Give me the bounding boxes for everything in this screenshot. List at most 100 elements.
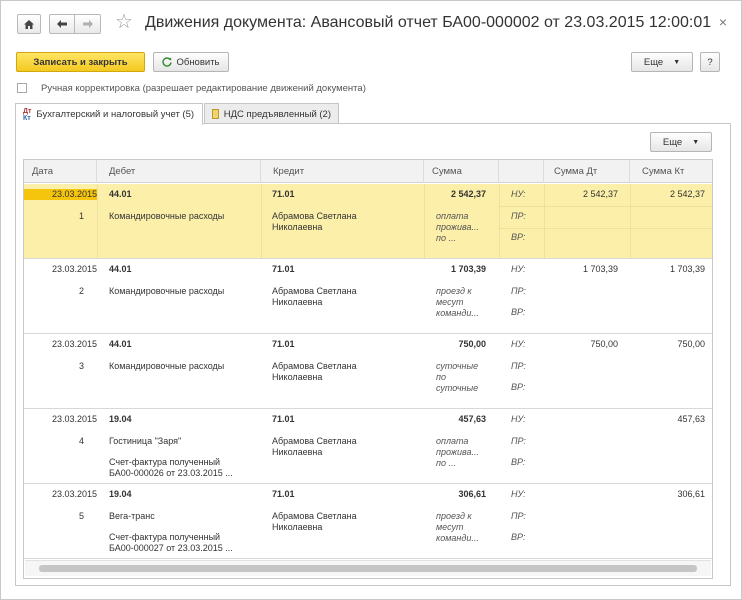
debit-subconto: Командировочные расходы bbox=[109, 361, 225, 371]
vat-register-icon bbox=[212, 109, 219, 119]
debit-subconto: БА00-000027 от 23.03.2015 ... bbox=[109, 543, 233, 553]
window-title: Движения документа: Авансовый отчет БА00… bbox=[145, 14, 712, 31]
table-row[interactable]: 23.03.2015 4 19.04 Гостиница "Заря" Счет-фак… bbox=[24, 409, 712, 484]
debit-subconto: Счет-фактура полученный bbox=[109, 532, 221, 542]
content: команди... bbox=[436, 308, 479, 318]
forward-button[interactable] bbox=[74, 14, 101, 34]
row-sum-kt: 2 542,37 bbox=[669, 189, 705, 199]
debit-subconto: Гостиница "Заря" bbox=[109, 436, 182, 446]
row-sum-kt: 457,63 bbox=[677, 414, 705, 424]
debit-account: 19.04 bbox=[109, 489, 132, 499]
content: проезд к bbox=[436, 511, 472, 521]
tab-vat[interactable]: НДС предъявленный (2) bbox=[204, 103, 339, 124]
table-row[interactable]: 23.03.2015 3 44.01 Командировочные расходы 7… bbox=[24, 334, 712, 409]
nu-label: НУ: bbox=[511, 339, 526, 349]
vr-label: ВР: bbox=[511, 232, 526, 242]
scrollbar-thumb[interactable] bbox=[39, 565, 697, 572]
row-sum: 457,63 bbox=[458, 414, 486, 424]
movements-table[interactable]: Дата Дебет Кредит Сумма Сумма Дт Сумма К… bbox=[23, 159, 713, 579]
pr-label: ПР: bbox=[511, 286, 526, 296]
col-date[interactable]: Дата bbox=[24, 160, 97, 183]
row-date: 23.03.2015 bbox=[51, 264, 97, 274]
nu-label: НУ: bbox=[511, 414, 526, 424]
help-button[interactable]: ? bbox=[700, 52, 720, 72]
table-more-label: Еще bbox=[662, 136, 683, 148]
credit-subconto: Николаевна bbox=[272, 522, 323, 532]
back-button[interactable] bbox=[49, 14, 75, 34]
refresh-label: Обновить bbox=[176, 56, 220, 68]
content: проезд к bbox=[436, 286, 472, 296]
row-sum: 1 703,39 bbox=[450, 264, 486, 274]
debit-subconto: БА00-000026 от 23.03.2015 ... bbox=[109, 468, 233, 478]
home-button[interactable] bbox=[17, 14, 41, 34]
debit-subconto: Вега-транс bbox=[109, 511, 155, 521]
nu-label: НУ: bbox=[511, 489, 526, 499]
vr-label: ВР: bbox=[511, 307, 526, 317]
cell-divider bbox=[630, 184, 631, 259]
row-sum-kt: 1 703,39 bbox=[669, 264, 705, 274]
row-sum-dt: 750,00 bbox=[590, 339, 618, 349]
close-icon[interactable]: × bbox=[719, 14, 727, 30]
row-date: 23.03.2015 bbox=[24, 189, 97, 200]
row-date: 23.03.2015 bbox=[51, 489, 97, 499]
col-sum-dt[interactable]: Сумма Дт bbox=[544, 160, 630, 183]
col-debit[interactable]: Дебет bbox=[97, 160, 261, 183]
table-row[interactable]: 23.03.2015 1 44.01 Командировочные расходы 7… bbox=[24, 184, 712, 259]
table-row[interactable]: 23.03.2015 2 44.01 Командировочные расходы 7… bbox=[24, 259, 712, 334]
row-sum-dt: 1 703,39 bbox=[582, 264, 618, 274]
more-button[interactable]: Еще ▼ bbox=[631, 52, 693, 72]
debit-account: 19.04 bbox=[109, 414, 132, 424]
table-more-button[interactable]: Еще ▼ bbox=[650, 132, 712, 152]
cell-divider bbox=[499, 184, 500, 259]
tab-vat-label: НДС предъявленный (2) bbox=[223, 108, 331, 120]
row-number: 4 bbox=[78, 436, 84, 446]
table-row[interactable]: 23.03.2015 5 19.04 Вега-транс Счет-фактура п… bbox=[24, 484, 712, 559]
cell-divider bbox=[261, 184, 262, 259]
credit-subconto: Николаевна bbox=[272, 447, 323, 457]
credit-subconto: Абрамова Светлана bbox=[272, 211, 357, 221]
favorite-star-icon[interactable]: ☆ bbox=[115, 12, 133, 32]
row-number: 3 bbox=[78, 361, 84, 371]
row-sum-kt: 750,00 bbox=[677, 339, 705, 349]
content: суточные bbox=[436, 383, 479, 393]
horizontal-scrollbar[interactable] bbox=[25, 560, 711, 576]
more-label: Еще bbox=[643, 56, 664, 68]
help-label: ? bbox=[707, 56, 713, 68]
row-sum-dt: 2 542,37 bbox=[582, 189, 618, 199]
row-number: 1 bbox=[78, 211, 84, 221]
credit-account: 71.01 bbox=[272, 339, 295, 349]
nu-label: НУ: bbox=[511, 264, 526, 274]
row-sum-kt: 306,61 bbox=[677, 489, 705, 499]
save-and-close-label: Записать и закрыть bbox=[33, 56, 128, 68]
debit-subconto: Счет-фактура полученный bbox=[109, 457, 221, 467]
col-sum-kt[interactable]: Сумма Кт bbox=[630, 160, 712, 183]
cell-divider bbox=[424, 184, 425, 259]
content: по ... bbox=[436, 458, 456, 468]
row-number: 5 bbox=[78, 511, 84, 521]
content: суточные bbox=[436, 361, 479, 371]
credit-account: 71.01 bbox=[272, 414, 295, 424]
credit-subconto: Николаевна bbox=[272, 222, 323, 232]
pr-label: ПР: bbox=[511, 511, 526, 521]
save-and-close-button[interactable]: Записать и закрыть bbox=[16, 52, 145, 72]
row-number: 2 bbox=[78, 286, 84, 296]
content: по bbox=[436, 372, 446, 382]
row-sum: 2 542,37 bbox=[450, 189, 486, 199]
col-sum[interactable]: Сумма bbox=[424, 160, 499, 183]
vr-label: ВР: bbox=[511, 532, 526, 542]
credit-subconto: Абрамова Светлана bbox=[272, 286, 357, 296]
arrow-right-icon bbox=[82, 20, 93, 28]
col-credit[interactable]: Кредит bbox=[261, 160, 424, 183]
manual-edit-checkbox[interactable] bbox=[17, 83, 27, 93]
content: оплата bbox=[436, 211, 469, 221]
debit-subconto: Командировочные расходы bbox=[109, 286, 225, 296]
row-date: 23.03.2015 bbox=[51, 339, 97, 349]
tab-accounting[interactable]: Дт Кт Бухгалтерский и налоговый учет (5) bbox=[15, 103, 203, 125]
refresh-button[interactable]: Обновить bbox=[153, 52, 229, 72]
accounting-register-icon: Дт Кт bbox=[23, 107, 32, 122]
tab-accounting-label: Бухгалтерский и налоговый учет (5) bbox=[36, 109, 195, 120]
content: прожива... bbox=[436, 447, 479, 457]
credit-account: 71.01 bbox=[272, 489, 295, 499]
document-movements-window: ☆ Движения документа: Авансовый отчет БА… bbox=[0, 0, 742, 600]
vr-label: ВР: bbox=[511, 382, 526, 392]
